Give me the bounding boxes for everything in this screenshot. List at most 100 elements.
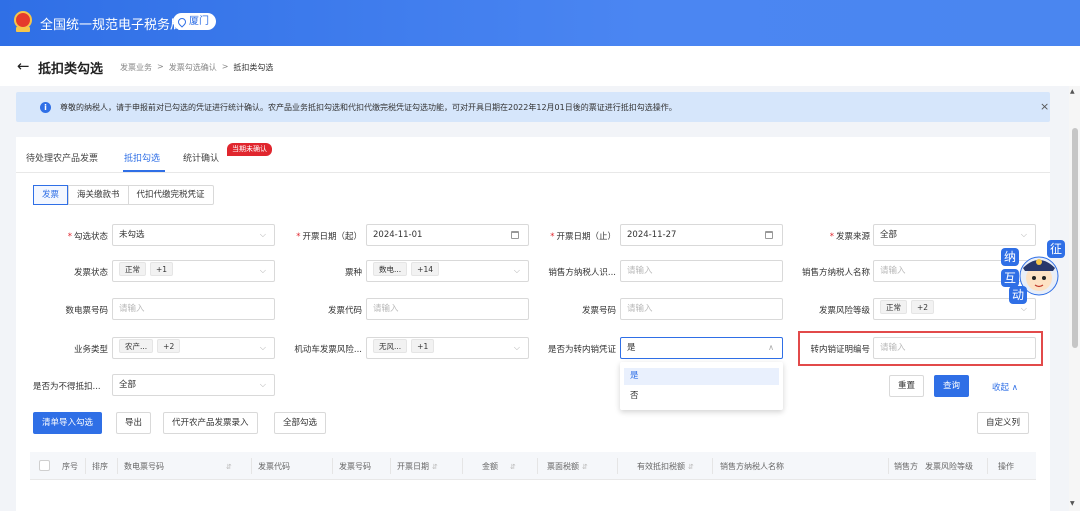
chevron-down-icon: ⌵: [259, 230, 266, 239]
date-to-picker[interactable]: 2024-11-27: [620, 224, 783, 246]
vehicle-tag: 无风...: [373, 339, 408, 353]
dropdown-option-yes[interactable]: 是: [624, 368, 779, 385]
risk-tag: 正常: [880, 300, 907, 314]
sort-icon: ⇵: [688, 463, 694, 471]
check-status-select[interactable]: 未勾选 ⌵: [112, 224, 275, 246]
scrollbar-thumb[interactable]: [1072, 128, 1078, 348]
close-icon[interactable]: ×: [1040, 100, 1049, 113]
location-badge[interactable]: 厦门: [173, 13, 216, 30]
table-header: 序号 排序 数电票号码 ⇵ 发票代码 发票号码 开票日期 ⇵ 金额 ⇵ 票面税额 ⇵ 有…: [30, 452, 1036, 480]
business-type-label: 业务类型: [73, 345, 108, 355]
col-sort: 排序: [92, 462, 108, 471]
page-title: 抵扣类勾选: [38, 62, 104, 77]
invoice-code-input[interactable]: 请输入: [366, 298, 529, 320]
col-tax[interactable]: 票面税额 ⇵: [547, 461, 588, 472]
segment-withholding[interactable]: 代扣代缴完税凭证: [127, 186, 213, 204]
calendar-icon: [511, 231, 519, 239]
chevron-down-icon: ⌵: [259, 266, 266, 275]
digital-invoice-no-input[interactable]: 请输入: [112, 298, 275, 320]
segment-customs[interactable]: 海关缴款书: [68, 186, 128, 204]
more-tag: +14: [411, 262, 439, 276]
notice-banner: i 尊敬的纳税人，请于申报前对已勾选的凭证进行统计确认。农产品业务抵扣勾选和代扣…: [16, 92, 1050, 122]
breadcrumb-separator: >: [157, 62, 164, 71]
col-actions: 操作: [998, 462, 1014, 471]
sort-icon: ⇵: [582, 463, 588, 471]
seller-tax-id-label: 销售方纳税人识...: [548, 268, 616, 278]
seller-tax-id-input[interactable]: 请输入: [620, 260, 783, 282]
non-deductible-select[interactable]: 全部 ⌵: [112, 374, 275, 396]
biz-tag: 农产...: [119, 339, 154, 353]
col-invoice-no: 发票号码: [339, 462, 371, 471]
highlight-box: [798, 331, 1043, 366]
app-title: 全国统一规范电子税务局: [40, 18, 184, 33]
tab-bar: 待处理农产品发票 抵扣勾选 统计确认 当期未确认: [16, 137, 1050, 173]
seller-name-label: 销售方纳税人名称: [801, 268, 870, 278]
col-risk-level: 发票风险等级: [925, 462, 973, 471]
col-amount[interactable]: 金额 ⇵: [482, 461, 516, 472]
more-tag: +1: [150, 262, 174, 276]
segment-invoice[interactable]: 发票: [33, 185, 69, 205]
date-from-label: * 开票日期（起）: [296, 232, 362, 242]
export-button[interactable]: 导出: [116, 412, 152, 434]
reset-button[interactable]: 重置: [889, 375, 925, 397]
tab-stat-confirm[interactable]: 统计确认: [183, 151, 219, 164]
location-label: 厦门: [189, 16, 209, 27]
back-arrow-icon[interactable]: ←: [17, 57, 30, 75]
invoice-status-label: 发票状态: [73, 268, 108, 278]
invoice-status-select[interactable]: 正常 +1 ⌵: [112, 260, 275, 282]
check-status-label: * 勾选状态: [67, 232, 108, 242]
scroll-up-icon[interactable]: ▲: [1070, 88, 1075, 95]
chevron-down-icon: ⌵: [259, 380, 266, 389]
top-bar: 全国统一规范电子税务局 厦门: [0, 0, 1080, 46]
status-tag: 正常: [119, 262, 146, 276]
scroll-down-icon[interactable]: ▼: [1070, 500, 1075, 507]
import-check-button[interactable]: 清单导入勾选: [33, 412, 103, 434]
dropdown-option-no[interactable]: 否: [624, 388, 779, 405]
is-transfer-select[interactable]: 是 ∧: [620, 337, 783, 359]
col-issue-date[interactable]: 开票日期 ⇵: [397, 461, 438, 472]
select-all-button[interactable]: 全部勾选: [274, 412, 327, 434]
ticket-type-select[interactable]: 数电... +14 ⌵: [366, 260, 529, 282]
invoice-code-label: 发票代码: [327, 306, 362, 316]
agri-entry-button[interactable]: 代开农产品发票录入: [163, 412, 258, 434]
breadcrumb-bar: ← 抵扣类勾选 发票业务 > 发票勾选确认 > 抵扣类勾选: [0, 46, 1080, 86]
collapse-button[interactable]: 收起 ∧: [992, 381, 1018, 393]
tab-deduct-check[interactable]: 抵扣勾选: [124, 151, 160, 164]
chevron-down-icon: ⌵: [513, 343, 520, 352]
breadcrumb-separator: >: [221, 62, 229, 71]
vehicle-risk-select[interactable]: 无风... +1 ⌵: [366, 337, 529, 359]
select-all-checkbox[interactable]: [39, 460, 50, 471]
col-index: 序号: [62, 462, 78, 471]
breadcrumb-item[interactable]: 发票业务: [120, 62, 152, 73]
mascot-char: 互: [1004, 271, 1016, 285]
is-transfer-label: 是否为转内销凭证: [547, 345, 616, 355]
chevron-up-icon: ∧: [768, 343, 774, 352]
tax-mascot-icon[interactable]: 征 纳 互 动: [998, 238, 1070, 306]
invoice-no-input[interactable]: 请输入: [620, 298, 783, 320]
breadcrumb: 发票业务 > 发票勾选确认 > 抵扣类勾选: [120, 62, 273, 73]
date-from-picker[interactable]: 2024-11-01: [366, 224, 529, 246]
notice-text: 尊敬的纳税人，请于申报前对已勾选的凭证进行统计确认。农产品业务抵扣勾选和代扣代缴…: [60, 103, 677, 112]
col-invoice-code: 发票代码: [258, 462, 290, 471]
col-digital-no[interactable]: 数电票号码 ⇵: [124, 461, 232, 472]
chevron-down-icon: ⌵: [259, 343, 266, 352]
custom-columns-button[interactable]: 自定义列: [977, 412, 1030, 434]
col-seller-name: 销售方纳税人名称: [720, 462, 784, 471]
invoice-no-label: 发票号码: [581, 306, 616, 316]
info-icon: i: [40, 102, 51, 113]
type-tag: 数电...: [373, 262, 408, 276]
business-type-select[interactable]: 农产... +2 ⌵: [112, 337, 275, 359]
breadcrumb-item[interactable]: 发票勾选确认: [169, 62, 217, 73]
sort-icon: ⇵: [432, 463, 438, 471]
non-deductible-label: 是否为不得抵扣...: [33, 382, 101, 392]
mascot-char: 动: [1012, 288, 1024, 302]
sort-icon: ⇵: [510, 463, 516, 471]
col-seller: 销售方: [894, 462, 918, 471]
vehicle-risk-label: 机动车发票风险...: [294, 345, 362, 355]
invoice-source-label: * 发票来源: [829, 232, 870, 242]
tax-emblem-icon: [14, 11, 32, 33]
col-effective-tax[interactable]: 有效抵扣税额 ⇵: [637, 461, 694, 472]
query-button[interactable]: 查询: [934, 375, 970, 397]
tab-pending-agri[interactable]: 待处理农产品发票: [26, 151, 98, 164]
date-to-label: * 开票日期（止）: [550, 232, 616, 242]
